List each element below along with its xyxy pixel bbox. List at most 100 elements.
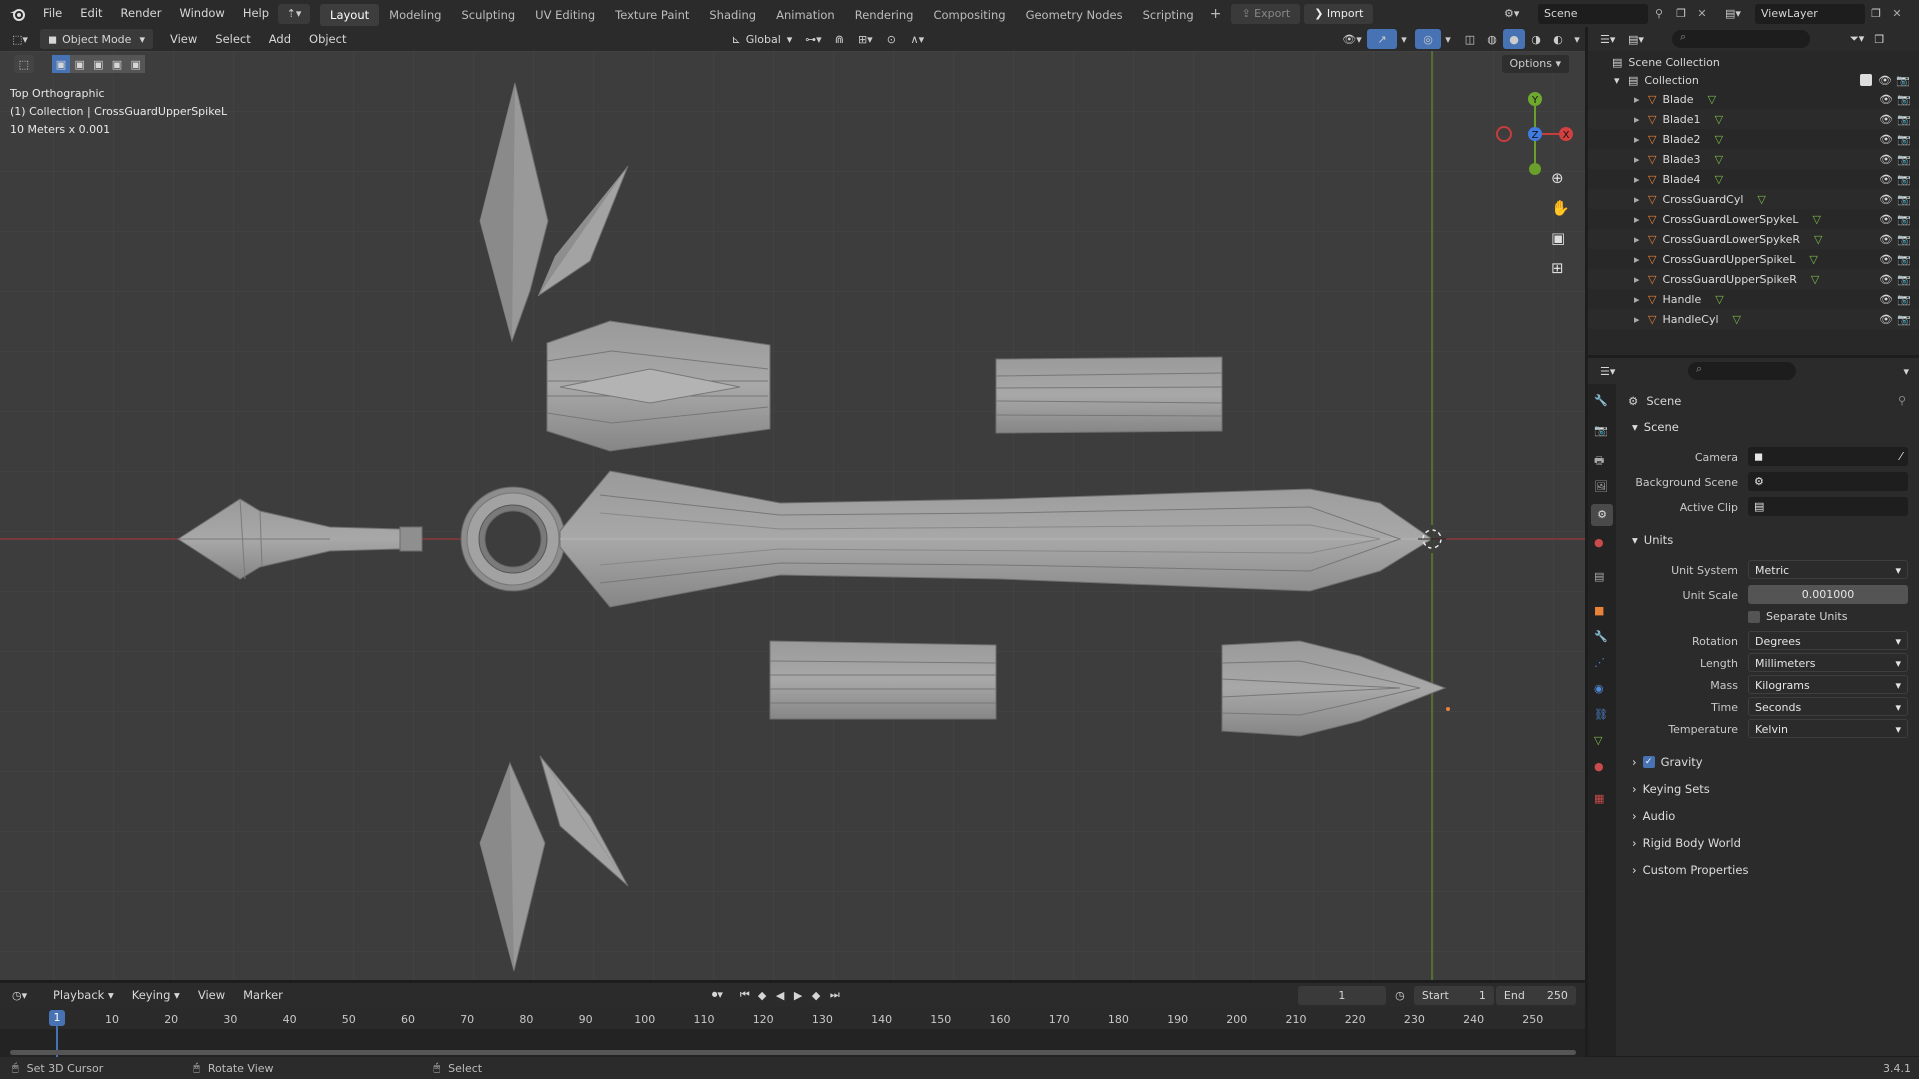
menu-window[interactable]: Window bbox=[170, 0, 233, 27]
delete-scene-icon[interactable]: ✕ bbox=[1692, 7, 1712, 20]
menu-playback[interactable]: Playback ▾ bbox=[44, 982, 123, 1009]
audio-panel-header[interactable]: › Audio bbox=[1632, 803, 1675, 829]
time-select[interactable]: Seconds ▾ bbox=[1748, 697, 1908, 716]
mesh-data-icon[interactable]: ▽ bbox=[1715, 153, 1723, 166]
outliner-row[interactable]: ▸ ▽ CrossGuardCyl ▽ 👁 📷 bbox=[1588, 189, 1919, 209]
pivot-icon[interactable]: ⊶▾ bbox=[798, 29, 828, 49]
shading-dropdown-icon[interactable]: ▾ bbox=[1569, 29, 1585, 49]
mesh-data-icon[interactable]: ▽ bbox=[1715, 113, 1723, 126]
tab-sculpting[interactable]: Sculpting bbox=[451, 4, 525, 26]
visibility-eye-icon[interactable]: 👁 bbox=[1878, 74, 1896, 87]
mesh-data-icon[interactable]: ▽ bbox=[1811, 273, 1819, 286]
menu-help[interactable]: Help bbox=[234, 0, 278, 27]
properties-editor-icon[interactable]: ☰▾ bbox=[1588, 365, 1638, 378]
expand-arrow-icon[interactable]: ▸ bbox=[1634, 193, 1648, 206]
rigid-body-panel-header[interactable]: › Rigid Body World bbox=[1632, 830, 1741, 856]
material-shading-icon[interactable]: ◑ bbox=[1525, 29, 1547, 49]
tab-rendering[interactable]: Rendering bbox=[845, 4, 924, 26]
expand-arrow-icon[interactable]: ▸ bbox=[1634, 173, 1648, 186]
physics-tab-icon[interactable]: ◉ bbox=[1594, 682, 1604, 695]
display-mode-icon[interactable]: ▤▾ bbox=[1618, 33, 1648, 46]
snap-icon[interactable]: ⋒ bbox=[828, 29, 850, 49]
tab-modeling[interactable]: Modeling bbox=[379, 4, 451, 26]
mesh-data-icon[interactable]: ▽ bbox=[1715, 293, 1723, 306]
object-tab-icon[interactable]: ■ bbox=[1594, 604, 1604, 617]
object-name[interactable]: HandleCyl bbox=[1662, 313, 1718, 326]
particles-tab-icon[interactable]: ⋰ bbox=[1594, 656, 1605, 669]
menu-timeline-view[interactable]: View bbox=[189, 982, 234, 1009]
active-clip-field[interactable]: ▤ bbox=[1748, 497, 1908, 516]
menu-add[interactable]: Add bbox=[260, 26, 300, 53]
expand-arrow-icon[interactable]: ▸ bbox=[1634, 233, 1648, 246]
temperature-select[interactable]: Kelvin ▾ bbox=[1748, 719, 1908, 738]
select-mode-extend-icon[interactable]: ▣ bbox=[70, 55, 89, 73]
menu-file[interactable]: File bbox=[34, 0, 71, 27]
gravity-checkbox[interactable]: ✓ bbox=[1642, 756, 1655, 768]
output-tab-icon[interactable]: 🖶 bbox=[1594, 452, 1604, 471]
visibility-eye-icon[interactable]: 👁 bbox=[1879, 233, 1897, 246]
import-export-dropdown[interactable]: ⇡▾ bbox=[278, 3, 311, 24]
blade-piece-upper-right[interactable] bbox=[995, 356, 1223, 434]
delete-viewlayer-icon[interactable]: ✕ bbox=[1887, 7, 1907, 20]
mesh-data-icon[interactable]: ▽ bbox=[1715, 173, 1723, 186]
new-viewlayer-icon[interactable]: ❐ bbox=[1865, 7, 1887, 20]
render-camera-icon[interactable]: 📷 bbox=[1897, 293, 1915, 306]
jump-end-icon[interactable]: ⏭ bbox=[830, 988, 848, 1002]
crossguard-cylinder[interactable] bbox=[460, 486, 566, 592]
custom-props-panel-header[interactable]: › Custom Properties bbox=[1632, 857, 1748, 883]
current-frame-field[interactable]: 1 bbox=[1297, 985, 1386, 1005]
visibility-eye-icon[interactable]: 👁 bbox=[1879, 173, 1897, 186]
menu-render[interactable]: Render bbox=[112, 0, 171, 27]
render-camera-icon[interactable]: 📷 bbox=[1897, 213, 1915, 226]
pin-icon[interactable]: ⚲ bbox=[1898, 394, 1906, 407]
object-name[interactable]: CrossGuardLowerSpykeL bbox=[1662, 213, 1798, 226]
3d-viewport[interactable]: Top Orthographic (1) Collection | CrossG… bbox=[0, 51, 1585, 980]
tab-animation[interactable]: Animation bbox=[766, 4, 845, 26]
outliner-editor-icon[interactable]: ☰▾ bbox=[1588, 33, 1618, 46]
select-mode-subtract-icon[interactable]: ▣ bbox=[89, 55, 108, 73]
visibility-eye-icon[interactable]: 👁 bbox=[1879, 133, 1897, 146]
tab-compositing[interactable]: Compositing bbox=[923, 4, 1015, 26]
expand-arrow-icon[interactable]: ▸ bbox=[1634, 93, 1648, 106]
object-name[interactable]: Blade3 bbox=[1662, 153, 1700, 166]
unit-system-select[interactable]: Metric ▾ bbox=[1748, 560, 1908, 579]
menu-view[interactable]: View bbox=[161, 26, 206, 53]
select-mode-invert-icon[interactable]: ▣ bbox=[107, 55, 127, 73]
select-tool-icon[interactable]: ⬚ bbox=[14, 55, 34, 73]
object-name[interactable]: Blade1 bbox=[1662, 113, 1700, 126]
constraints-tab-icon[interactable]: ⛓ bbox=[1594, 708, 1608, 721]
add-workspace-icon[interactable]: + bbox=[1204, 6, 1228, 22]
editor-type-icon[interactable]: ⬚▾ bbox=[0, 33, 40, 46]
separate-units-checkbox[interactable]: Separate Units bbox=[1748, 610, 1847, 623]
render-camera-icon[interactable]: 📷 bbox=[1897, 313, 1915, 326]
expand-arrow-icon[interactable]: ▸ bbox=[1634, 133, 1648, 146]
orientation-dropdown[interactable]: ⊾ Global ▾ bbox=[725, 29, 798, 49]
navigation-gizmo[interactable]: Y X Z bbox=[1490, 89, 1580, 179]
expand-arrow-icon[interactable]: ▸ bbox=[1634, 113, 1648, 126]
mesh-data-icon[interactable]: ▽ bbox=[1757, 193, 1765, 206]
outliner-row[interactable]: ▸ ▽ CrossGuardUpperSpikeR ▽ 👁 📷 bbox=[1588, 269, 1919, 289]
visibility-eye-icon[interactable]: 👁 bbox=[1879, 193, 1897, 206]
outliner-row[interactable]: ▸ ▽ Blade ▽ 👁 📷 bbox=[1588, 89, 1919, 109]
render-camera-icon[interactable]: 📷 bbox=[1897, 273, 1915, 286]
object-name[interactable]: CrossGuardCyl bbox=[1662, 193, 1743, 206]
properties-search-input[interactable]: ⌕ bbox=[1688, 362, 1796, 380]
filter-icon[interactable]: ⏷▾ bbox=[1850, 32, 1864, 46]
timeline[interactable]: 10 20 30 40 50 60 70 80 90 100 110 120 130 140 150 160 1… bbox=[0, 1007, 1585, 1057]
scene-name[interactable]: Scene bbox=[1538, 3, 1648, 24]
expand-arrow-icon[interactable]: ▸ bbox=[1634, 153, 1648, 166]
menu-keying[interactable]: Keying ▾ bbox=[123, 982, 189, 1009]
tab-uv-editing[interactable]: UV Editing bbox=[525, 4, 605, 26]
modifier-tab-icon[interactable]: 🔧 bbox=[1594, 630, 1608, 643]
options-button[interactable]: Options ▾ bbox=[1501, 55, 1569, 73]
data-tab-icon[interactable]: ▽ bbox=[1594, 734, 1602, 747]
gizmo-dropdown-icon[interactable]: ▾ bbox=[1397, 29, 1411, 49]
outliner-row[interactable]: ▸ ▽ HandleCyl ▽ 👁 📷 bbox=[1588, 309, 1919, 329]
visibility-icon[interactable]: 👁▾ bbox=[1337, 29, 1367, 49]
collection-tab-icon[interactable]: ▤ bbox=[1594, 570, 1604, 583]
outliner-row[interactable]: ▸ ▽ Blade3 ▽ 👁 📷 bbox=[1588, 149, 1919, 169]
jump-start-icon[interactable]: ⏮ bbox=[740, 988, 758, 1002]
mass-select[interactable]: Kilograms ▾ bbox=[1748, 675, 1908, 694]
menu-select[interactable]: Select bbox=[206, 26, 259, 53]
render-camera-icon[interactable]: 📷 bbox=[1897, 173, 1915, 186]
